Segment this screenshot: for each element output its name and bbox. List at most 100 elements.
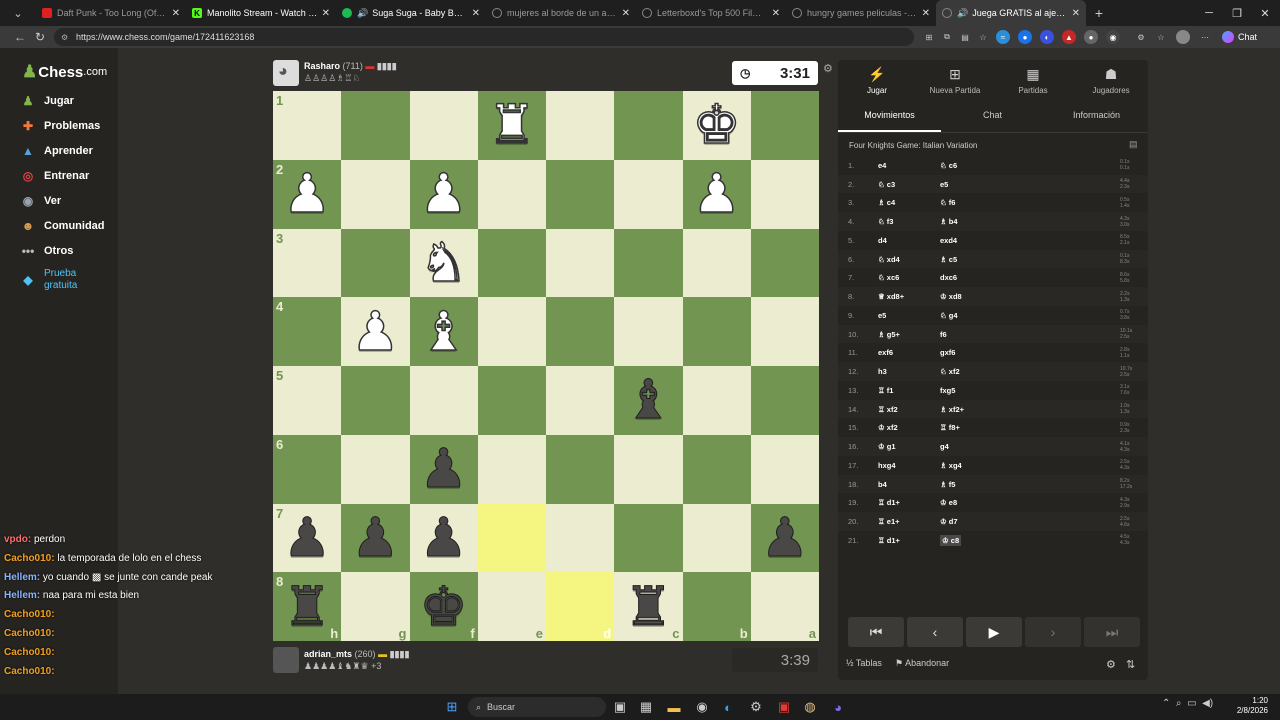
black-move[interactable]: ♘ xf2: [940, 367, 960, 376]
square-g6[interactable]: [341, 434, 410, 504]
white-move[interactable]: ♖ e1+: [878, 517, 900, 526]
browser-tab[interactable]: K Manolito Stream - Watch Live on Kick ✕: [186, 0, 336, 26]
browser-tab[interactable]: hungry games peliculas - Buscar en ✕: [786, 0, 936, 26]
close-icon[interactable]: ✕: [322, 8, 330, 19]
white-piece[interactable]: ♞: [419, 235, 469, 291]
white-move[interactable]: ♗ c4: [878, 198, 895, 207]
reload-icon[interactable]: ↻: [30, 30, 50, 44]
browser-tab[interactable]: Daft Punk - Too Long (Official Audio) ✕: [36, 0, 186, 26]
black-move[interactable]: ♗ xg4: [940, 461, 962, 470]
black-move[interactable]: ♘ f6: [940, 198, 955, 207]
resign-button[interactable]: ⚑ Abandonar: [895, 658, 949, 669]
black-piece[interactable]: ♟: [282, 510, 331, 565]
black-piece[interactable]: ♟: [760, 510, 809, 565]
white-piece[interactable]: ♝: [419, 304, 469, 360]
extensions-puzzle-icon[interactable]: ⚙: [1134, 30, 1148, 44]
tab-informacion[interactable]: Información: [1045, 110, 1148, 132]
screenshot-icon[interactable]: ⊞: [922, 30, 936, 44]
speaker-icon[interactable]: 🔊: [357, 8, 368, 19]
square-h2[interactable]: 2 ♟: [273, 159, 342, 229]
black-piece[interactable]: ♟: [351, 510, 400, 565]
square-f8[interactable]: f ♚: [409, 572, 478, 641]
close-window-button[interactable]: ✕: [1250, 0, 1280, 26]
profile-avatar[interactable]: [1176, 30, 1190, 44]
favorites-icon[interactable]: ☆: [1154, 30, 1168, 44]
square-g4[interactable]: ♟: [341, 297, 410, 366]
square-f7[interactable]: ♟: [409, 503, 478, 573]
square-c4[interactable]: [614, 297, 683, 366]
square-f3[interactable]: ♞: [409, 228, 478, 298]
black-piece[interactable]: ♟: [419, 442, 468, 497]
maximize-button[interactable]: ❐: [1222, 0, 1252, 26]
white-move[interactable]: hxg4: [878, 461, 896, 470]
extension-icon[interactable]: ≈: [996, 30, 1010, 44]
first-move-button[interactable]: ⏮: [848, 617, 904, 647]
black-move[interactable]: e5: [940, 180, 948, 189]
square-h7[interactable]: 7 ♟: [273, 503, 342, 573]
white-move[interactable]: ♘ f3: [878, 217, 893, 226]
white-move[interactable]: ♘ xc6: [878, 273, 899, 282]
white-move[interactable]: ♖ d1+: [878, 498, 900, 507]
app-icon[interactable]: ▣: [774, 697, 794, 717]
white-move[interactable]: exf6: [878, 348, 893, 357]
black-move[interactable]: ♔ xd8: [940, 292, 962, 301]
white-piece[interactable]: ♟: [419, 166, 469, 222]
square-h6[interactable]: 6: [273, 434, 342, 504]
chess-logo[interactable]: ♟ Chess .com: [22, 62, 107, 82]
square-d8[interactable]: d: [546, 572, 615, 641]
square-e1[interactable]: ♜: [477, 91, 546, 160]
square-d6[interactable]: [546, 434, 615, 504]
square-a5[interactable]: [750, 366, 819, 435]
white-move[interactable]: e4: [878, 161, 886, 170]
white-move[interactable]: e5: [878, 311, 886, 320]
white-move[interactable]: d4: [878, 236, 887, 245]
close-icon[interactable]: ✕: [172, 8, 180, 19]
chess-board[interactable]: 1 ♜ ♚ 2 ♟ ♟ ♟ 3 ♞ 4 ♟ ♝ 5 ♝ 6 ♟ 7 ♟ ♟ ♟ ♟ 8 h ♜ g f ♚ e d c ♜ b a: [273, 91, 819, 641]
tab-partidas[interactable]: ▦ Partidas: [994, 66, 1072, 95]
close-icon[interactable]: ✕: [472, 8, 480, 19]
black-move[interactable]: ♖ f8+: [940, 423, 960, 432]
square-c3[interactable]: [614, 228, 683, 298]
square-a8[interactable]: a: [750, 572, 819, 641]
white-move[interactable]: ♖ f1: [878, 386, 893, 395]
square-h1[interactable]: 1: [273, 91, 342, 160]
sidebar-item-otros[interactable]: ••• Otros: [20, 240, 74, 262]
play-button[interactable]: ▶: [966, 617, 1022, 647]
black-move[interactable]: exd4: [940, 236, 957, 245]
widgets-icon[interactable]: ▦: [636, 697, 656, 717]
white-move[interactable]: ♗ g5+: [878, 330, 900, 339]
white-piece[interactable]: ♟: [282, 166, 332, 222]
app-icon[interactable]: ◍: [800, 697, 820, 717]
player-avatar[interactable]: [273, 647, 299, 673]
black-move[interactable]: g4: [940, 442, 949, 451]
reading-icon[interactable]: ▤: [958, 30, 972, 44]
sidebar-item-comunidad[interactable]: ☻ Comunidad: [20, 215, 105, 237]
square-g7[interactable]: ♟: [341, 503, 410, 573]
square-a2[interactable]: [750, 159, 819, 229]
windows-start-icon[interactable]: ⊞: [442, 697, 462, 717]
tab-nueva-partida[interactable]: ⊞ Nueva Partida: [916, 66, 994, 95]
square-a7[interactable]: ♟: [750, 503, 819, 573]
extension-icon[interactable]: ●: [1084, 30, 1098, 44]
black-move[interactable]: ♔ c8: [940, 534, 962, 546]
black-move[interactable]: ♔ e8: [940, 498, 957, 507]
square-a4[interactable]: [750, 297, 819, 366]
square-a1[interactable]: [750, 91, 819, 160]
square-e2[interactable]: [477, 159, 546, 229]
square-b2[interactable]: ♟: [682, 159, 751, 229]
close-icon[interactable]: ✕: [1072, 8, 1080, 19]
next-move-button[interactable]: ›: [1025, 617, 1081, 647]
tab-jugar[interactable]: ⚡ Jugar: [838, 66, 916, 95]
white-move[interactable]: h3: [878, 367, 887, 376]
close-icon[interactable]: ✕: [922, 8, 930, 19]
black-move[interactable]: fxg5: [940, 386, 955, 395]
square-a3[interactable]: [750, 228, 819, 298]
square-f2[interactable]: ♟: [409, 159, 478, 229]
white-piece[interactable]: ♚: [692, 98, 742, 154]
black-piece[interactable]: ♝: [624, 373, 673, 428]
white-move[interactable]: ♖ xf2: [878, 405, 898, 414]
square-e3[interactable]: [477, 228, 546, 298]
browser-tab[interactable]: mujeres al borde de un ataque de nervios…: [486, 0, 636, 26]
square-b3[interactable]: [682, 228, 751, 298]
square-h8[interactable]: 8 h ♜: [273, 572, 342, 641]
